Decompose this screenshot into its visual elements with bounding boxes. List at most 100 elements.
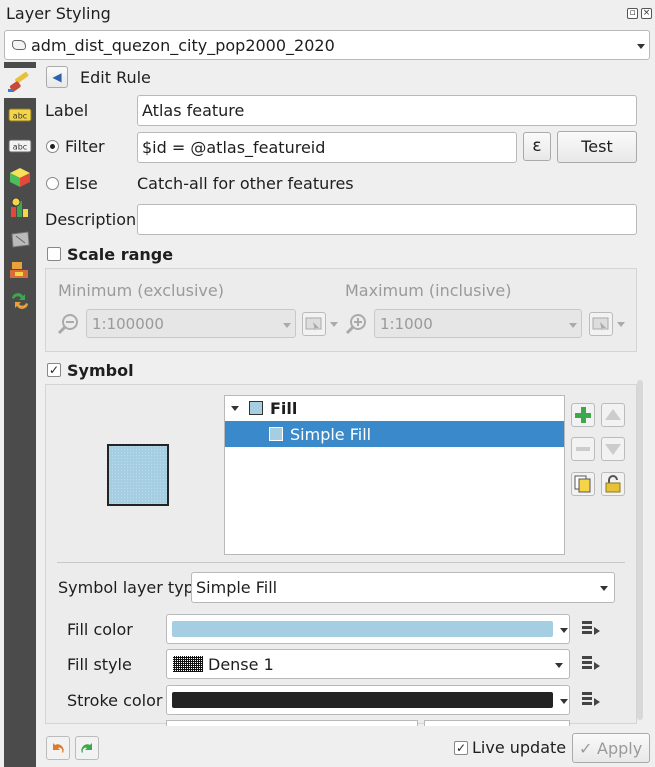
scale-max-combo[interactable]: 1:1000 — [374, 309, 582, 338]
stroke-color-caption: Stroke color — [67, 691, 163, 710]
symbol-layer-type-value: Simple Fill — [196, 578, 278, 597]
paintbrush-icon — [8, 71, 29, 92]
fill-color-swatch — [172, 621, 553, 637]
dock-tab-3d-view[interactable] — [8, 166, 32, 188]
chevron-down-icon — [569, 323, 577, 328]
stroke-color-button[interactable] — [166, 685, 570, 715]
undo-icon — [53, 743, 64, 753]
scrollbar[interactable] — [637, 380, 643, 720]
lock-layer-button[interactable] — [601, 472, 625, 496]
tree-item-simple-fill[interactable]: Simple Fill — [225, 421, 564, 447]
scale-range-checkbox[interactable] — [47, 247, 61, 261]
dock-tab-masks[interactable]: abc — [8, 135, 32, 157]
tree-item-label: Fill — [270, 399, 298, 418]
dock-tab-labels[interactable]: abc — [8, 104, 32, 126]
symbol-title: Symbol — [67, 361, 134, 380]
style-dock-sidebar: abc abc — [4, 62, 36, 767]
duplicate-layer-button[interactable] — [571, 472, 595, 496]
scale-max-caption: Maximum (inclusive) — [345, 281, 512, 300]
apply-button[interactable]: ✓ Apply — [572, 733, 650, 763]
dock-tab-symbology[interactable] — [4, 68, 36, 98]
test-button[interactable]: Test — [557, 131, 637, 163]
3d-view-icon — [10, 168, 30, 187]
tree-item-label: Simple Fill — [290, 425, 372, 444]
live-update-label: Live update — [472, 738, 567, 757]
redo-icon — [81, 743, 92, 753]
else-description: Catch-all for other features — [137, 174, 354, 193]
chevron-down-icon — [560, 699, 568, 704]
symbol-layer-type-caption: Symbol layer type — [58, 578, 204, 597]
chevron-down-icon — [330, 322, 338, 327]
tree-item-fill[interactable]: Fill — [225, 396, 564, 421]
rendering-icon — [12, 293, 28, 309]
stroke-color-swatch — [172, 692, 553, 708]
window-title: Layer Styling — [6, 4, 111, 23]
fill-color-button[interactable] — [166, 614, 570, 644]
map-canvas-icon — [592, 317, 609, 331]
move-down-button[interactable] — [601, 437, 625, 461]
dock-tab-history[interactable] — [8, 259, 32, 281]
minus-icon — [576, 447, 590, 451]
data-defined-override-icon[interactable] — [578, 688, 604, 712]
layer-selector[interactable]: adm_dist_quezon_city_pop2000_2020 — [4, 30, 650, 60]
dense-pattern-icon — [173, 656, 203, 672]
filter-radio[interactable] — [46, 140, 59, 153]
expression-builder-button[interactable]: ε — [523, 132, 551, 161]
dock-tab-fields[interactable] — [8, 228, 32, 250]
layer-selector-value: adm_dist_quezon_city_pop2000_2020 — [31, 36, 335, 55]
undo-button[interactable] — [46, 736, 70, 760]
apply-button-label: Apply — [597, 739, 643, 758]
close-icon[interactable]: × — [641, 8, 652, 19]
polygon-layer-icon — [12, 40, 26, 50]
scale-range-title: Scale range — [67, 245, 174, 264]
rule-label-input[interactable]: Atlas feature — [137, 95, 637, 126]
symbol-checkbox[interactable]: ✓ — [47, 363, 61, 377]
move-up-button[interactable] — [601, 403, 625, 427]
fill-style-combo[interactable]: Dense 1 — [166, 649, 570, 679]
chevron-down-icon — [560, 628, 568, 633]
dock-tab-diagrams[interactable] — [8, 197, 32, 219]
symbol-layer-tree[interactable]: Fill Simple Fill — [224, 395, 565, 555]
arrow-up-icon — [605, 409, 621, 420]
scale-min-combo[interactable]: 1:100000 — [86, 309, 296, 338]
live-update-checkbox[interactable]: ✓ — [454, 741, 468, 755]
simple-fill-swatch-icon — [269, 427, 283, 441]
scale-max-current-button[interactable] — [589, 312, 613, 336]
data-defined-override-icon[interactable] — [578, 652, 604, 676]
else-radio[interactable] — [46, 177, 59, 190]
lock-icon — [605, 475, 621, 493]
divider — [57, 562, 625, 563]
scale-min-current-button[interactable] — [302, 312, 326, 336]
map-canvas-icon — [305, 317, 322, 331]
chevron-down-icon — [231, 406, 239, 411]
data-defined-override-icon[interactable] — [578, 617, 604, 641]
rule-label-value: Atlas feature — [142, 101, 245, 120]
arrow-down-icon — [605, 444, 621, 455]
symbol-layer-type-combo[interactable]: Simple Fill — [191, 572, 615, 603]
description-input[interactable] — [137, 204, 637, 235]
title-bar: Layer Styling ▫ × — [0, 0, 655, 28]
chevron-down-icon — [283, 323, 291, 328]
fill-swatch-icon — [249, 401, 263, 415]
symbol-preview — [107, 444, 169, 506]
chevron-down-icon — [637, 44, 645, 49]
label-caption: Label — [45, 101, 89, 120]
add-layer-button[interactable] — [571, 403, 595, 427]
chevron-down-icon — [555, 663, 563, 668]
fill-style-value: Dense 1 — [208, 655, 274, 674]
chevron-down-icon — [600, 586, 608, 591]
redo-button[interactable] — [75, 736, 99, 760]
back-button[interactable]: ◀ — [46, 66, 68, 88]
diagrams-icon — [11, 197, 28, 217]
scale-max-value: 1:1000 — [380, 315, 433, 333]
dock-tab-rendering[interactable] — [8, 290, 32, 312]
duplicate-icon — [574, 475, 591, 493]
back-arrow-icon: ◀ — [52, 70, 62, 84]
edit-rule-title: Edit Rule — [80, 68, 151, 87]
filter-caption: Filter — [65, 137, 105, 156]
float-panel-icon[interactable]: ▫ — [627, 8, 638, 19]
remove-layer-button[interactable] — [571, 437, 595, 461]
zoom-out-icon — [57, 314, 78, 335]
filter-expression-input[interactable]: $id = @atlas_featureid — [137, 132, 517, 163]
svg-text:abc: abc — [13, 143, 27, 152]
